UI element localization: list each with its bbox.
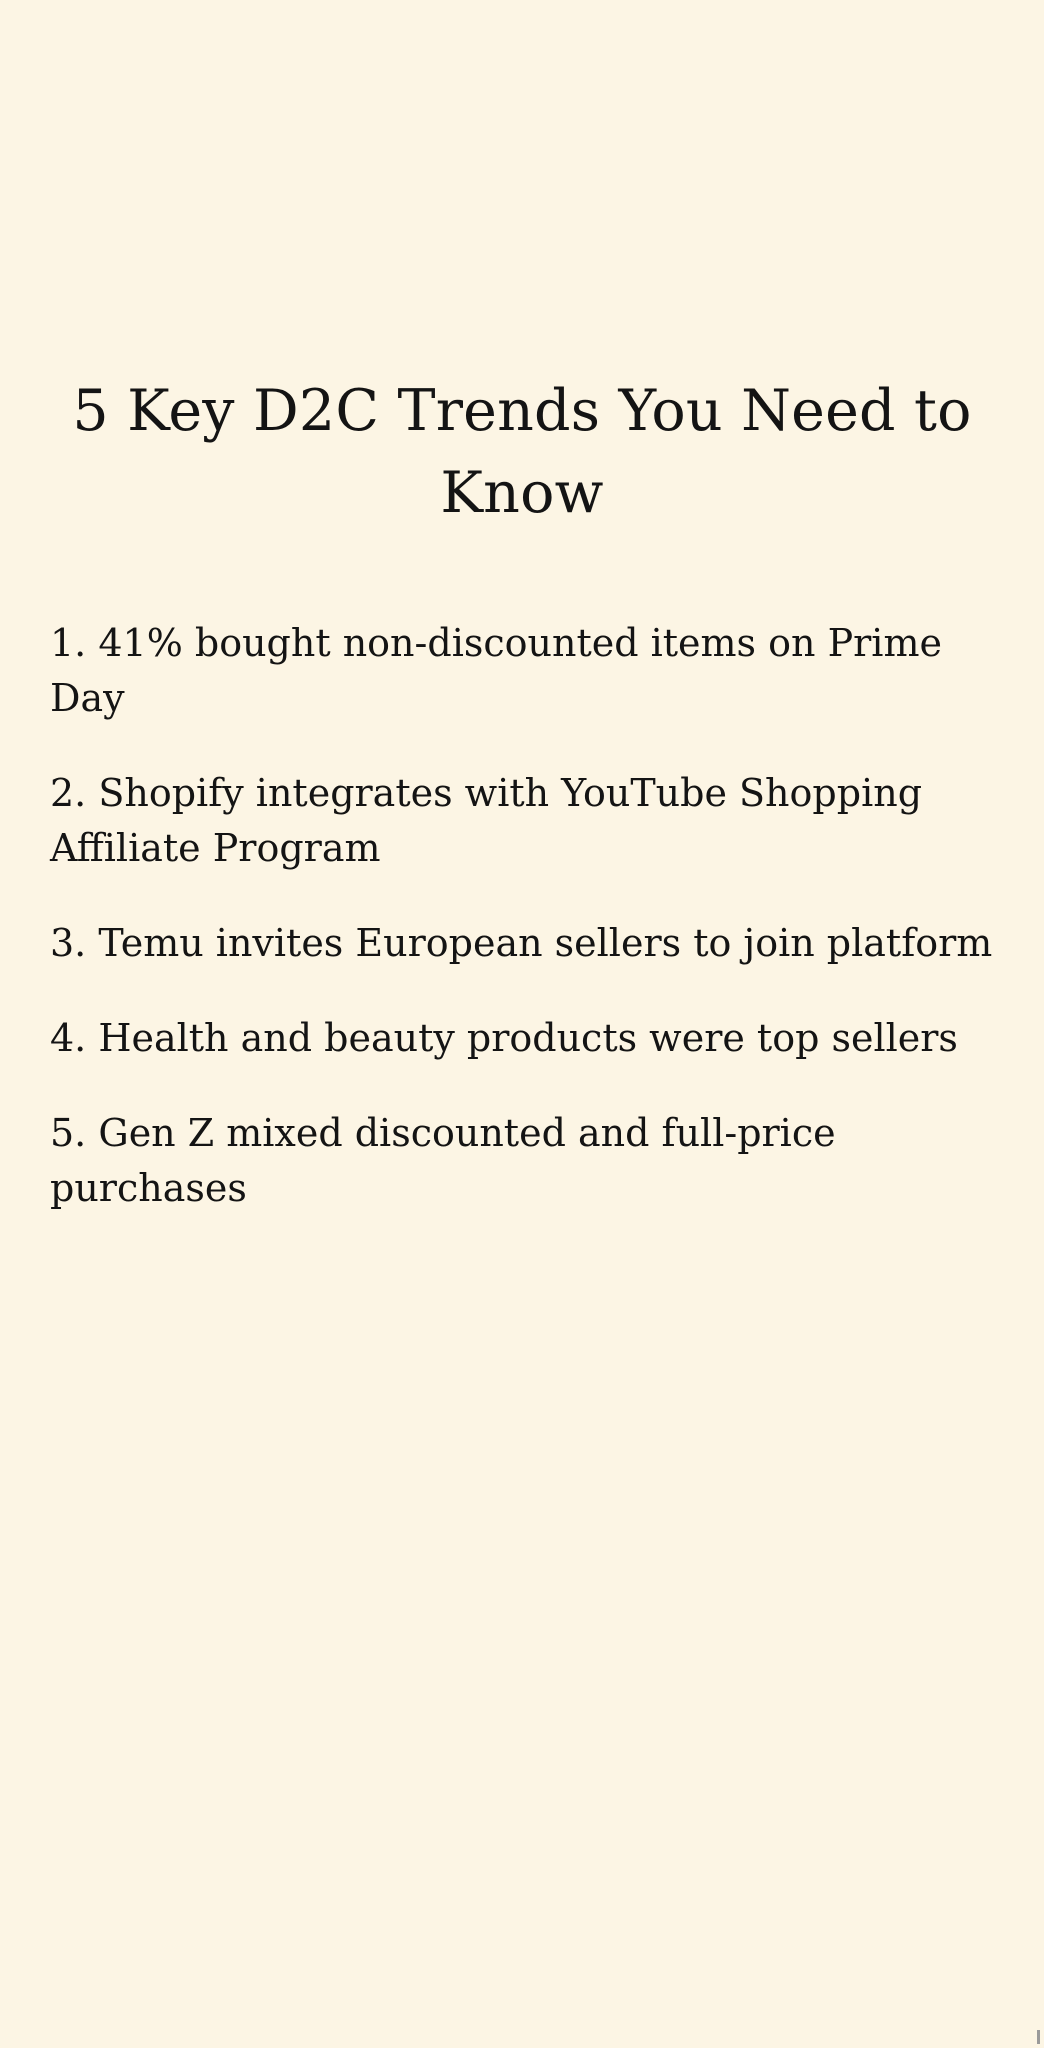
scroll-indicator	[1037, 2030, 1040, 2044]
list-item: 1. 41% bought non-discounted items on Pr…	[50, 621, 942, 720]
list-item: 4. Health and beauty products were top s…	[50, 1016, 958, 1060]
list-item: 5. Gen Z mixed discounted and full-price…	[50, 1111, 836, 1210]
page-title: 5 Key D2C Trends You Need to Know	[72, 378, 972, 526]
list-item: 3. Temu invites European sellers to join…	[50, 921, 993, 965]
trend-list: 1. 41% bought non-discounted items on Pr…	[50, 616, 1010, 1256]
document-page: 5 Key D2C Trends You Need to Know 1. 41%…	[0, 0, 1044, 2048]
list-item: 2. Shopify integrates with YouTube Shopp…	[50, 771, 923, 870]
